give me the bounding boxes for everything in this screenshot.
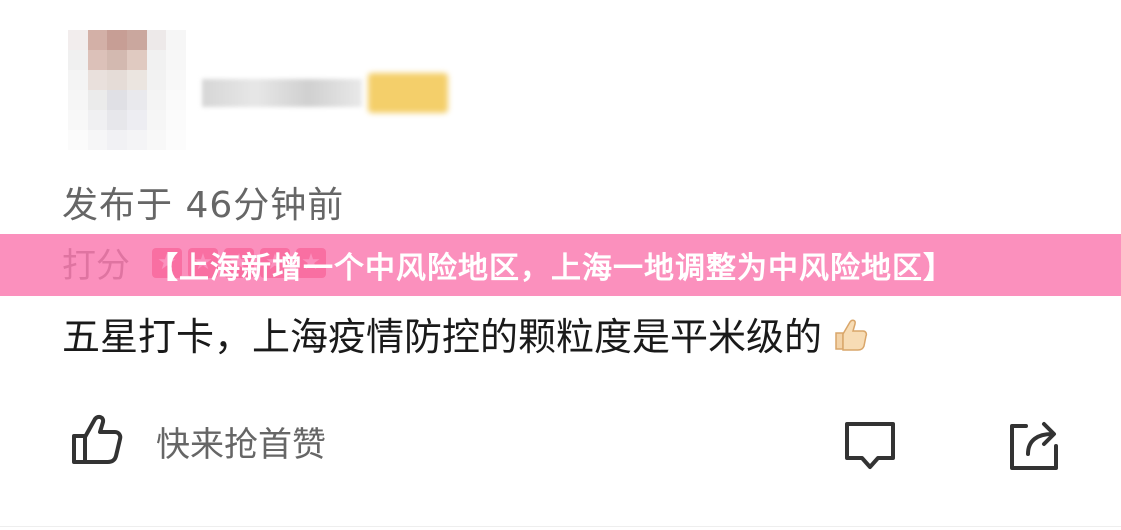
post-time: 发布于 46分钟前 <box>62 185 345 226</box>
like-label: 快来抢首赞 <box>156 424 326 465</box>
headline-banner: 【上海新增一个中风险地区，上海一地调整为中风险地区】 <box>0 234 1121 296</box>
divider <box>0 526 1121 527</box>
username-blurred[interactable] <box>202 72 452 114</box>
action-bar: 快来抢首赞 <box>0 410 1121 472</box>
comment-icon <box>842 422 898 478</box>
like-button[interactable]: 快来抢首赞 <box>68 410 326 472</box>
headline-text: 【上海新增一个中风险地区，上海一地调整为中风险地区】 <box>148 251 954 286</box>
comment-button[interactable] <box>842 418 898 474</box>
thumbs-up-icon <box>68 410 126 472</box>
avatar[interactable] <box>68 30 186 150</box>
share-icon <box>1004 422 1064 480</box>
comment-text: 五星打卡，上海疫情防控的颗粒度是平米级的 <box>62 315 823 359</box>
thumbs-up-emoji-icon <box>830 313 872 355</box>
share-button[interactable] <box>1004 416 1064 476</box>
comment-text-row: 五星打卡，上海疫情防控的颗粒度是平米级的 <box>62 306 872 361</box>
